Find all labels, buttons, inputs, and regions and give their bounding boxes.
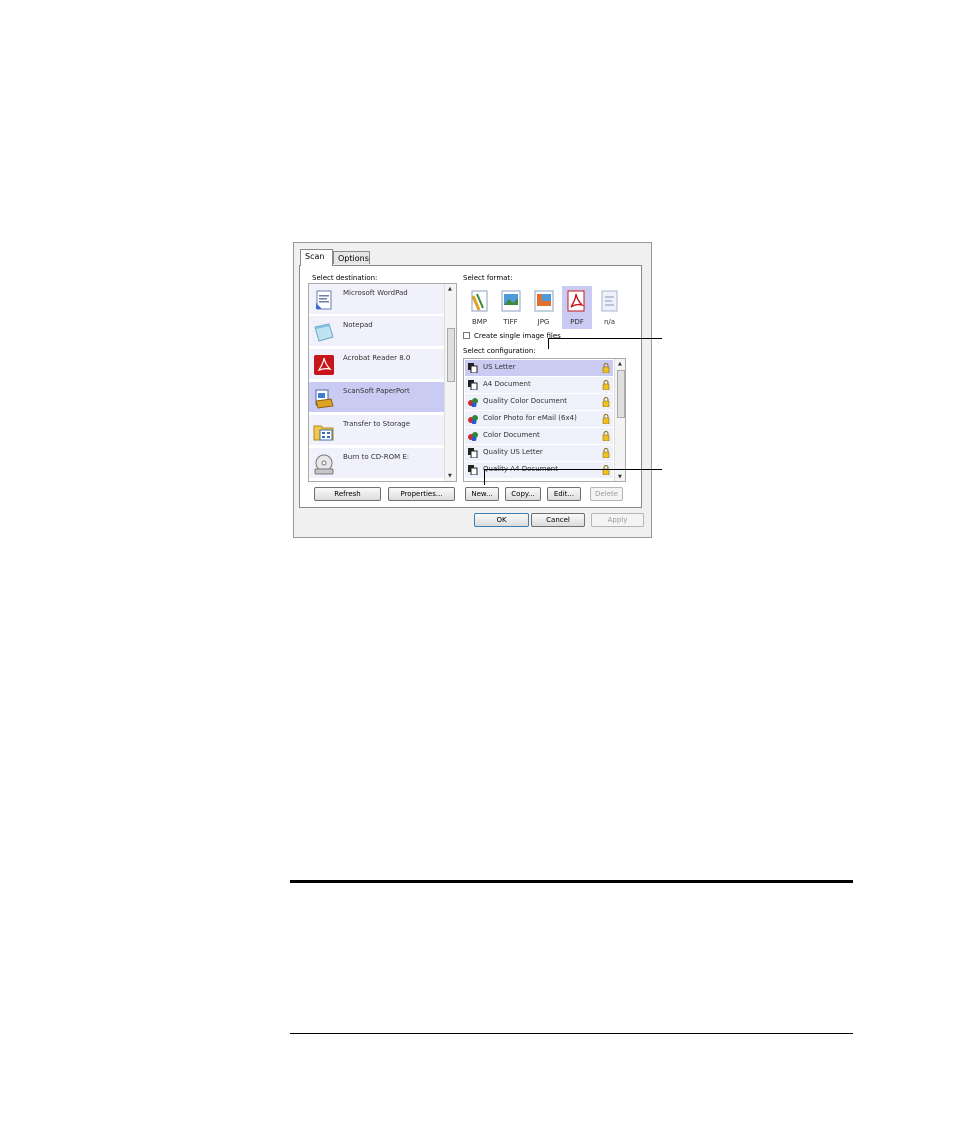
destination-item-label: Acrobat Reader 8.0	[343, 354, 411, 362]
lock-icon	[602, 380, 610, 390]
configuration-item[interactable]: Color Document	[465, 428, 613, 444]
tab-scan[interactable]: Scan	[300, 249, 333, 266]
configuration-item[interactable]: Quality Color Document	[465, 394, 613, 410]
configuration-item[interactable]: A4 Document	[465, 377, 613, 393]
destination-item-label: Transfer to Storage	[343, 420, 411, 428]
configuration-item[interactable]: Color Photo for eMail (6x4)	[465, 411, 613, 427]
scroll-down-icon[interactable]: ▼	[448, 473, 452, 479]
format-pdf[interactable]: PDF	[562, 286, 592, 329]
format-jpg[interactable]: JPG	[530, 286, 557, 329]
lock-icon	[602, 465, 610, 475]
acrobat-icon	[314, 355, 334, 375]
lock-icon	[602, 448, 610, 458]
cancel-button[interactable]: Cancel	[531, 513, 585, 527]
format-label-tiff: TIFF	[503, 318, 518, 326]
tab-options[interactable]: Options	[333, 251, 370, 264]
color-document-icon	[468, 415, 478, 424]
destination-item-label: Burn to CD-ROM E:	[343, 453, 410, 461]
callout-line-single-image	[548, 338, 662, 339]
bw-document-icon	[468, 363, 478, 373]
single-image-checkbox[interactable]	[463, 332, 470, 339]
apply-button[interactable]: Apply	[591, 513, 644, 527]
bw-document-icon	[468, 465, 478, 475]
properties-button[interactable]: Properties...	[388, 487, 455, 501]
format-label-pdf: PDF	[570, 318, 584, 326]
format-bmp[interactable]: BMP	[466, 286, 493, 329]
destination-list[interactable]: Microsoft WordPad Notepad Acrobat Reader…	[308, 283, 457, 482]
bmp-icon	[471, 290, 488, 312]
refresh-button[interactable]: Refresh	[314, 487, 381, 501]
bw-document-icon	[468, 380, 478, 390]
destination-item-storage[interactable]: Transfer to Storage	[309, 415, 445, 446]
destination-label: Select destination:	[312, 274, 378, 282]
configuration-item-label: Quality Color Document	[483, 397, 568, 405]
bw-document-icon	[468, 448, 478, 458]
scroll-thumb[interactable]	[447, 328, 455, 382]
configuration-item[interactable]: US Letter	[465, 360, 613, 376]
destination-item-label: Microsoft WordPad	[343, 289, 408, 297]
pdf-icon	[567, 290, 585, 312]
destination-item-cd[interactable]: Burn to CD-ROM E:	[309, 448, 445, 479]
callout-tick-single-image	[548, 338, 549, 349]
lock-icon	[602, 414, 610, 424]
configuration-scrollbar[interactable]: ▲ ▼	[614, 359, 625, 481]
configuration-item-label: Color Document	[483, 431, 540, 439]
paperport-icon	[315, 389, 334, 409]
configuration-item-label: US Letter	[483, 363, 516, 371]
tiff-icon	[501, 290, 521, 312]
destination-item-paperport[interactable]: ScanSoft PaperPort	[309, 382, 445, 413]
configuration-item[interactable]: Quality US Letter	[465, 445, 613, 461]
format-na[interactable]: n/a	[596, 286, 623, 329]
new-button[interactable]: New...	[465, 487, 499, 501]
color-document-icon	[468, 398, 478, 407]
callout-line-new	[484, 469, 662, 470]
storage-icon	[313, 425, 334, 441]
format-tiff[interactable]: TIFF	[497, 286, 524, 329]
configuration-item-label: A4 Document	[483, 380, 531, 388]
scroll-thumb[interactable]	[617, 370, 625, 418]
destination-scrollbar[interactable]: ▲ ▼	[444, 284, 456, 481]
callout-tick-new	[484, 469, 485, 485]
destination-item-notepad[interactable]: Notepad	[309, 316, 445, 347]
destination-item-label: ScanSoft PaperPort	[343, 387, 410, 395]
ok-button[interactable]: OK	[474, 513, 529, 527]
destination-item-acrobat[interactable]: Acrobat Reader 8.0	[309, 349, 445, 380]
color-document-icon	[468, 432, 478, 441]
wordpad-icon	[316, 290, 332, 310]
lock-icon	[602, 397, 610, 407]
lock-icon	[602, 363, 610, 373]
configuration-item-label: Quality US Letter	[483, 448, 543, 456]
configuration-item[interactable]: Quality A4 Document	[465, 462, 613, 478]
lock-icon	[602, 431, 610, 441]
scroll-up-icon[interactable]: ▲	[448, 286, 452, 292]
scan-dialog: Scan Options Select destination: Microso…	[293, 242, 652, 538]
delete-button[interactable]: Delete	[590, 487, 623, 501]
section-rule-bottom	[290, 1033, 853, 1034]
text-format-icon	[601, 290, 618, 312]
format-label-jpg: JPG	[537, 318, 550, 326]
format-label-bmp: BMP	[471, 318, 488, 326]
configuration-list[interactable]: US Letter A4 Document Quality Color Docu…	[463, 358, 626, 482]
scroll-down-icon[interactable]: ▼	[618, 474, 622, 480]
jpg-icon	[534, 290, 554, 312]
configuration-item-label: Color Photo for eMail (6x4)	[483, 414, 577, 422]
format-label: Select format:	[463, 274, 513, 282]
destination-item-wordpad[interactable]: Microsoft WordPad	[309, 284, 445, 315]
format-label-na: n/a	[603, 318, 616, 326]
section-rule-top	[290, 880, 853, 883]
configuration-label: Select configuration:	[463, 347, 536, 355]
scroll-up-icon[interactable]: ▲	[618, 361, 622, 367]
cd-icon	[314, 454, 334, 475]
notepad-icon	[314, 323, 334, 342]
copy-button[interactable]: Copy...	[505, 487, 541, 501]
edit-button[interactable]: Edit...	[547, 487, 581, 501]
destination-item-label: Notepad	[343, 321, 373, 329]
